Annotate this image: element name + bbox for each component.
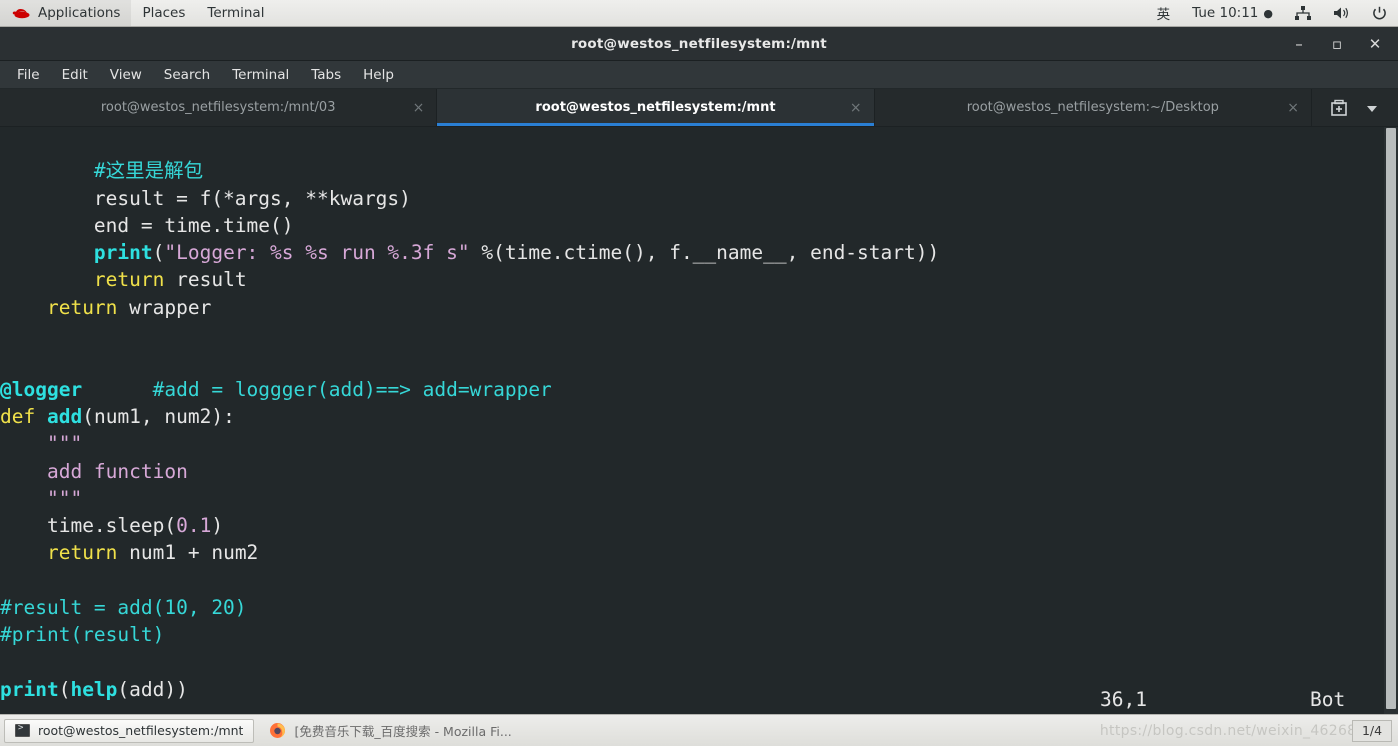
vim-code-buffer[interactable]: #这里是解包 result = f(*args, **kwargs) end =… [0, 127, 1370, 714]
menu-view[interactable]: View [99, 65, 153, 85]
code-line: @logger #add = loggger(add)==> add=wrapp… [0, 377, 552, 401]
code-line: print("Logger: %s %s run %.3f s" %(time.… [93, 241, 940, 265]
places-menu[interactable]: Places [131, 0, 196, 26]
window-titlebar: root@westos_netfilesystem:/mnt – ▫ ✕ [0, 27, 1398, 61]
menu-search[interactable]: Search [153, 65, 221, 85]
network-icon[interactable] [1284, 0, 1322, 26]
panel-status-group: 英 Tue 10:11 ● [1146, 0, 1398, 26]
code-line: result = f(*args, **kwargs) [93, 186, 411, 210]
taskbar-item-label: root@westos_netfilesystem:/mnt [38, 723, 244, 738]
panel-menu-group: Applications Places Terminal [0, 0, 275, 26]
new-tab-icon[interactable] [1330, 99, 1348, 117]
tab-label: root@westos_netfilesystem:/mnt [535, 100, 776, 115]
code-line: """ [46, 486, 83, 510]
scrollbar-thumb[interactable] [1386, 128, 1396, 710]
gnome-top-panel: Applications Places Terminal 英 Tue 10:11… [0, 0, 1398, 27]
redhat-logo-icon [11, 6, 31, 20]
tab-close-icon[interactable]: × [1287, 101, 1299, 115]
code-line: return wrapper [46, 295, 212, 319]
tab-tools [1311, 89, 1398, 126]
code-line: def add(num1, num2): [0, 404, 235, 428]
maximize-button[interactable]: ▫ [1318, 27, 1356, 60]
tab-label: root@westos_netfilesystem:/mnt/03 [100, 100, 336, 115]
applications-menu-label: Applications [38, 5, 121, 21]
code-line: return result [93, 268, 247, 292]
terminal-icon [15, 723, 30, 737]
tab-close-icon[interactable]: × [413, 101, 425, 115]
close-button[interactable]: ✕ [1356, 27, 1394, 60]
vim-cursor-position: 36,1 [1100, 688, 1147, 711]
notification-dot-icon: ● [1263, 6, 1273, 20]
clock-label: Tue 10:11 [1192, 5, 1259, 21]
tab-label: root@westos_netfilesystem:~/Desktop [966, 100, 1219, 115]
code-line: time.sleep(0.1) [46, 514, 224, 538]
chevron-down-icon[interactable] [1365, 101, 1379, 115]
menu-tabs[interactable]: Tabs [300, 65, 352, 85]
minimize-button[interactable]: – [1280, 27, 1318, 60]
tab-close-icon[interactable]: × [850, 101, 862, 115]
terminal-menu[interactable]: Terminal [196, 0, 275, 26]
places-menu-label: Places [142, 5, 186, 21]
code-line: #result = add(10, 20) [0, 596, 247, 620]
menubar: File Edit View Search Terminal Tabs Help [0, 61, 1398, 89]
menu-help[interactable]: Help [352, 65, 405, 85]
vim-status-line: 36,1 Bot [0, 684, 1370, 714]
code-line: """ [46, 432, 83, 456]
window-title: root@westos_netfilesystem:/mnt [571, 35, 827, 52]
terminal-window: root@westos_netfilesystem:/mnt – ▫ ✕ Fil… [0, 27, 1398, 714]
code-line: #这里是解包 [93, 159, 204, 183]
clock[interactable]: Tue 10:11 ● [1181, 0, 1284, 26]
code-line: return num1 + num2 [46, 541, 259, 565]
tab-mnt-03[interactable]: root@westos_netfilesystem:/mnt/03 × [0, 89, 438, 126]
tab-mnt[interactable]: root@westos_netfilesystem:/mnt × [437, 89, 875, 126]
input-method-indicator[interactable]: 英 [1146, 0, 1182, 26]
terminal-scrollbar[interactable] [1384, 127, 1398, 714]
firefox-icon [269, 722, 286, 739]
menu-terminal[interactable]: Terminal [221, 65, 300, 85]
terminal-menu-label: Terminal [207, 5, 265, 21]
input-method-label: 英 [1156, 7, 1171, 23]
menu-edit[interactable]: Edit [51, 65, 99, 85]
tab-bar: root@westos_netfilesystem:/mnt/03 × root… [0, 89, 1398, 127]
applications-menu[interactable]: Applications [0, 0, 132, 26]
tab-desktop[interactable]: root@westos_netfilesystem:~/Desktop × [874, 89, 1312, 126]
window-list-taskbar: root@westos_netfilesystem:/mnt [免费音乐下载_百… [0, 714, 1398, 746]
workspace-indicator[interactable]: 1/4 [1352, 719, 1392, 742]
taskbar-item-label: [免费音乐下载_百度搜索 - Mozilla Fi... [294, 724, 512, 739]
terminal-content-area[interactable]: #这里是解包 result = f(*args, **kwargs) end =… [0, 127, 1398, 714]
code-line: #print(result) [0, 623, 165, 647]
power-icon[interactable] [1361, 0, 1398, 26]
taskbar-item-terminal[interactable]: root@westos_netfilesystem:/mnt [4, 718, 255, 743]
volume-icon[interactable] [1322, 0, 1361, 26]
code-line: end = time.time() [93, 213, 294, 237]
taskbar-item-firefox[interactable]: [免费音乐下载_百度搜索 - Mozilla Fi... [258, 719, 522, 743]
code-line: add function [46, 459, 188, 483]
vim-scroll-state: Bot [1310, 688, 1346, 711]
watermark-text: https://blog.csdn.net/weixin_46268244 [1099, 722, 1384, 739]
window-controls: – ▫ ✕ [1280, 27, 1394, 60]
menu-file[interactable]: File [6, 65, 51, 85]
